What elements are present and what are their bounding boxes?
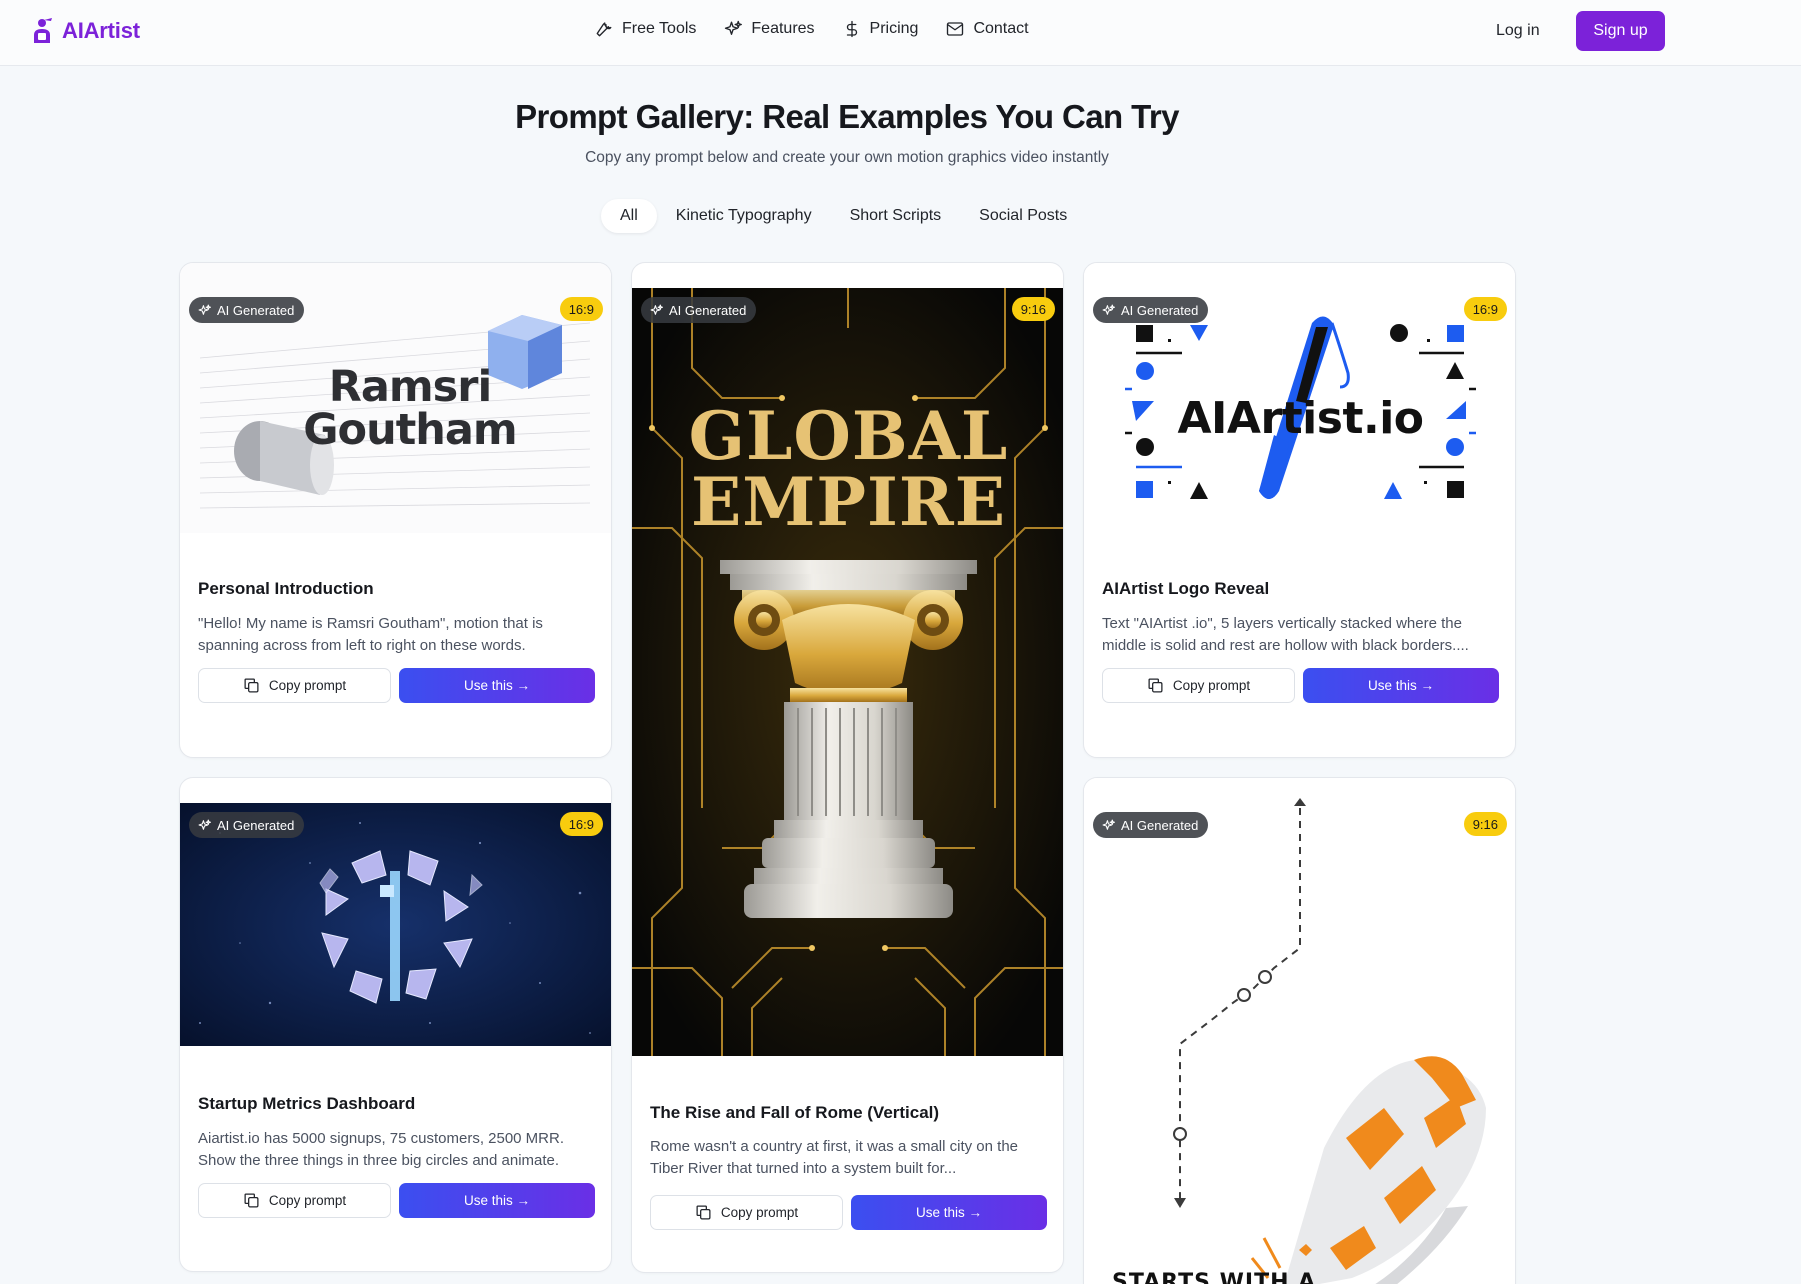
- use-this-button[interactable]: Use this →: [1303, 668, 1499, 703]
- nav-contact[interactable]: Contact: [946, 20, 1029, 38]
- brand-logo[interactable]: AIArtist: [30, 18, 140, 44]
- copy-icon: [696, 1205, 711, 1220]
- wrench-icon: [596, 22, 612, 37]
- mail-icon: [947, 22, 964, 36]
- video-preview[interactable]: GLOBAL EMPIRE: [632, 288, 1063, 1056]
- card-description: Aiartist.io has 5000 signups, 75 custome…: [198, 1130, 565, 1169]
- use-this-button[interactable]: Use this →: [399, 1183, 595, 1218]
- ai-generated-label: AI Generated: [669, 302, 747, 318]
- copy-icon: [244, 1193, 259, 1208]
- prompt-card-rise-and-fall-of-rome: GLOBAL EMPIRE AI Generated 9:16 The Rise…: [631, 262, 1064, 1273]
- ai-generated-label: AI Generated: [1121, 817, 1199, 833]
- aspect-ratio-badge: 16:9: [1463, 297, 1507, 321]
- aspect-ratio-badge: 16:9: [559, 812, 603, 836]
- copy-prompt-label: Copy prompt: [268, 678, 347, 693]
- dollar-icon: [846, 20, 857, 38]
- ai-generated-badge: AI Generated: [641, 297, 757, 323]
- use-this-button[interactable]: Use this →: [399, 668, 595, 703]
- sparkles-icon: [1102, 304, 1115, 315]
- page-subtitle: Copy any prompt below and create your ow…: [585, 149, 1109, 166]
- card-title: AIArtist Logo Reveal: [1102, 579, 1270, 598]
- login-link[interactable]: Log in: [1496, 22, 1540, 40]
- ai-generated-badge: AI Generated: [189, 297, 305, 323]
- ai-generated-badge: AI Generated: [189, 812, 305, 838]
- tab-short-scripts[interactable]: Short Scripts: [831, 199, 961, 233]
- tab-kinetic-typography[interactable]: Kinetic Typography: [657, 199, 831, 233]
- card-description: "Hello! My name is Ramsri Goutham", moti…: [198, 615, 543, 654]
- card-title: Startup Metrics Dashboard: [198, 1094, 416, 1113]
- prompt-card-sneaker: STARTS WITH A AI Generated 9:16: [1083, 777, 1516, 1284]
- nav-pricing[interactable]: Pricing: [843, 20, 919, 38]
- copy-prompt-button[interactable]: Copy prompt: [650, 1195, 843, 1230]
- preview-title-text: GLOBAL EMPIRE: [688, 397, 1009, 541]
- sparkles-icon: [725, 20, 743, 35]
- ai-generated-label: AI Generated: [217, 302, 295, 318]
- tab-all[interactable]: All: [601, 199, 657, 233]
- copy-prompt-button[interactable]: Copy prompt: [198, 668, 391, 703]
- card-title: The Rise and Fall of Rome (Vertical): [650, 1103, 940, 1122]
- nav-free-tools-label: Free Tools: [622, 20, 697, 37]
- filter-tabs: All Kinetic Typography Short Scripts Soc…: [601, 199, 1086, 233]
- aspect-ratio-badge: 9:16: [1011, 297, 1055, 321]
- sparkles-icon: [650, 304, 663, 315]
- ai-generated-badge: AI Generated: [1093, 297, 1209, 323]
- preview-graphic: [1173, 798, 1486, 1284]
- sparkles-icon: [198, 304, 211, 315]
- nav-free-tools[interactable]: Free Tools: [595, 20, 696, 38]
- nav-features[interactable]: Features: [724, 20, 815, 38]
- prompt-card-aiartist-logo-reveal: AIArtist.io AI Generated 16:9 AIArtist L…: [1083, 262, 1516, 758]
- page-title: Prompt Gallery: Real Examples You Can Tr…: [515, 98, 1179, 135]
- card-description: Text "AIArtist .io", 5 layers vertically…: [1102, 615, 1469, 654]
- tab-social-posts[interactable]: Social Posts: [960, 199, 1086, 233]
- ai-generated-badge: AI Generated: [1093, 812, 1209, 838]
- ai-generated-label: AI Generated: [1121, 302, 1199, 318]
- copy-icon: [244, 678, 259, 693]
- video-preview[interactable]: [180, 803, 611, 1046]
- copy-icon: [1148, 678, 1163, 693]
- sparkles-icon: [1102, 819, 1115, 830]
- copy-prompt-label: Copy prompt: [720, 1205, 799, 1220]
- signup-button[interactable]: Sign up: [1576, 11, 1665, 51]
- sparkles-icon: [198, 819, 211, 830]
- use-this-button[interactable]: Use this →: [851, 1195, 1047, 1230]
- prompt-card-startup-metrics-dashboard: AI Generated 16:9 Startup Metrics Dashbo…: [179, 777, 612, 1272]
- preview-name-text: Ramsri Goutham: [303, 362, 517, 455]
- brand-name: AIArtist: [62, 18, 140, 43]
- video-preview[interactable]: STARTS WITH A: [1084, 778, 1515, 1284]
- preview-logo-text: AIArtist.io: [1177, 393, 1424, 444]
- copy-prompt-button[interactable]: Copy prompt: [1102, 668, 1295, 703]
- copy-prompt-label: Copy prompt: [1172, 678, 1251, 693]
- preview-tagline-text: STARTS WITH A: [1112, 1270, 1317, 1284]
- preview-graphic: [180, 803, 611, 1046]
- aspect-ratio-badge: 16:9: [559, 297, 603, 321]
- ai-generated-label: AI Generated: [217, 817, 295, 833]
- aspect-ratio-badge: 9:16: [1463, 812, 1507, 836]
- copy-prompt-button[interactable]: Copy prompt: [198, 1183, 391, 1218]
- nav-features-label: Features: [751, 20, 815, 37]
- card-title: Personal Introduction: [198, 579, 374, 598]
- prompt-card-personal-introduction: Ramsri Goutham AI Generated 16:9 Persona…: [179, 262, 612, 758]
- card-description: Rome wasn't a country at first, it was a…: [650, 1138, 1018, 1177]
- nav-contact-label: Contact: [973, 20, 1029, 37]
- copy-prompt-label: Copy prompt: [268, 1193, 347, 1208]
- artist-logo-icon: [34, 18, 52, 43]
- nav-pricing-label: Pricing: [869, 20, 919, 37]
- top-navbar: AIArtist Free Tools Features Pricing Con…: [0, 0, 1801, 66]
- nav-links: Free Tools Features Pricing Contact: [595, 20, 1029, 38]
